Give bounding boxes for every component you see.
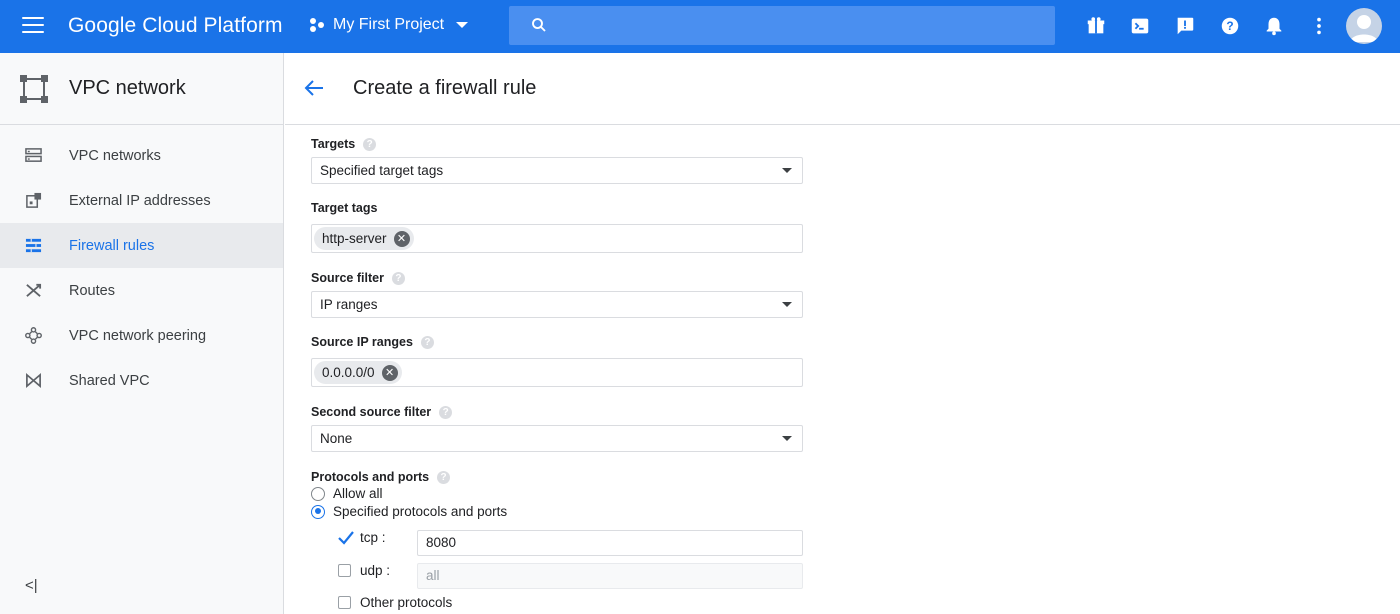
ip-range-chip: 0.0.0.0/0 ✕ (314, 361, 402, 384)
project-icon (310, 18, 324, 32)
peering-icon (25, 327, 42, 344)
help-icon[interactable]: ? (437, 470, 451, 484)
help-icon[interactable]: ? (1219, 15, 1241, 37)
page-title: Create a firewall rule (353, 77, 537, 99)
sidebar-item-label: VPC networks (69, 147, 161, 164)
sidebar: VPC network VPC networks External IP add… (0, 53, 284, 614)
gift-icon[interactable] (1085, 15, 1107, 37)
search-input[interactable] (509, 6, 1055, 45)
sidebar-item-shared-vpc[interactable]: Shared VPC (0, 358, 283, 403)
checkbox-checked[interactable] (338, 531, 354, 545)
dropdown-arrow-icon (782, 168, 792, 173)
main-content: Create a firewall rule Targets ? Specifi… (285, 53, 1400, 614)
dropdown-arrow-icon (782, 302, 792, 307)
udp-label: udp : (360, 563, 391, 578)
collapse-sidebar-icon[interactable]: <| (25, 577, 38, 594)
targets-label-text: Targets (311, 137, 356, 151)
remove-chip-icon[interactable]: ✕ (393, 230, 410, 247)
page-header: Create a firewall rule (285, 53, 1400, 125)
back-arrow-icon[interactable] (304, 79, 324, 97)
help-icon[interactable]: ? (439, 405, 453, 419)
tcp-label: tcp : (360, 530, 386, 545)
remove-chip-icon[interactable]: ✕ (381, 364, 398, 381)
terminal-icon[interactable] (1129, 15, 1151, 37)
sidebar-item-external-ip[interactable]: External IP addresses (0, 178, 283, 223)
source-filter-select-value: IP ranges (320, 297, 378, 312)
routes-icon (26, 283, 42, 297)
second-source-filter-label: Second source filter ? (311, 405, 453, 419)
project-name: My First Project (333, 16, 445, 33)
source-filter-label: Source filter ? (311, 271, 405, 285)
svg-text:?: ? (1226, 19, 1233, 33)
account-icon (1350, 15, 1378, 42)
brand-title[interactable]: Google Cloud Platform (68, 14, 283, 38)
second-source-filter-label-text: Second source filter (311, 405, 432, 419)
project-selector[interactable]: My First Project (309, 16, 469, 34)
specified-protocols-radio[interactable]: Specified protocols and ports (311, 504, 507, 519)
radio-button[interactable] (311, 486, 325, 501)
second-source-filter-select[interactable]: None (311, 425, 803, 452)
checkbox[interactable] (338, 596, 351, 609)
vpc-network-logo-icon (20, 75, 48, 103)
allow-all-label: Allow all (333, 486, 383, 501)
avatar[interactable] (1346, 8, 1382, 44)
other-protocols-checkbox[interactable]: Other protocols (338, 595, 452, 610)
source-ip-ranges-input[interactable]: 0.0.0.0/0 ✕ (311, 358, 803, 387)
udp-ports-input[interactable]: all (417, 563, 803, 589)
vpc-networks-icon (25, 148, 42, 162)
menu-icon[interactable] (22, 17, 44, 35)
tag-chip-label: http-server (322, 231, 387, 246)
sidebar-item-label: Shared VPC (69, 372, 150, 389)
dropdown-arrow-icon (782, 436, 792, 441)
udp-checkbox[interactable]: udp : (338, 563, 390, 578)
targets-select-value: Specified target tags (320, 163, 444, 178)
sidebar-item-peering[interactable]: VPC network peering (0, 313, 283, 358)
specified-protocols-label: Specified protocols and ports (333, 504, 508, 519)
radio-button-selected[interactable] (311, 504, 325, 519)
help-icon[interactable]: ? (363, 137, 377, 151)
feedback-icon[interactable] (1174, 15, 1196, 37)
chevron-down-icon (456, 22, 469, 28)
sidebar-item-label: VPC network peering (69, 327, 207, 344)
tag-chip: http-server ✕ (314, 227, 414, 250)
sidebar-item-label: Firewall rules (69, 237, 155, 254)
sidebar-item-routes[interactable]: Routes (0, 268, 283, 313)
sidebar-item-label: External IP addresses (69, 192, 211, 209)
tcp-ports-input[interactable]: 8080 (417, 530, 803, 556)
shared-vpc-icon (26, 372, 41, 389)
sidebar-header: VPC network (0, 53, 283, 125)
source-filter-select[interactable]: IP ranges (311, 291, 803, 318)
tcp-checkbox[interactable]: tcp : (338, 530, 386, 545)
external-ip-icon (26, 192, 42, 208)
source-ip-ranges-label: Source IP ranges ? (311, 335, 434, 349)
protocols-label-text: Protocols and ports (311, 470, 430, 484)
second-source-filter-select-value: None (320, 431, 353, 446)
sidebar-title: VPC network (69, 77, 186, 99)
protocols-label: Protocols and ports ? (311, 470, 451, 484)
source-filter-label-text: Source filter (311, 271, 384, 285)
target-tags-label: Target tags (311, 201, 377, 215)
sidebar-item-label: Routes (69, 282, 115, 299)
top-app-bar: Google Cloud Platform My First Project ? (0, 0, 1400, 53)
notifications-icon[interactable] (1263, 15, 1285, 37)
sidebar-item-firewall-rules[interactable]: Firewall rules (0, 223, 283, 268)
checkbox[interactable] (338, 564, 351, 577)
target-tags-input[interactable]: http-server ✕ (311, 224, 803, 253)
search-icon (532, 18, 546, 32)
help-icon[interactable]: ? (420, 335, 434, 349)
targets-select[interactable]: Specified target tags (311, 157, 803, 184)
more-vert-icon[interactable] (1308, 15, 1330, 37)
other-protocols-label: Other protocols (360, 595, 453, 610)
ip-range-chip-label: 0.0.0.0/0 (322, 365, 375, 380)
check-icon (338, 531, 354, 545)
targets-label: Targets ? (311, 137, 377, 151)
firewall-icon (25, 238, 42, 253)
target-tags-label-text: Target tags (311, 201, 378, 215)
help-icon[interactable]: ? (391, 271, 405, 285)
source-ip-ranges-label-text: Source IP ranges (311, 335, 413, 349)
allow-all-radio[interactable]: Allow all (311, 486, 383, 501)
sidebar-item-vpc-networks[interactable]: VPC networks (0, 133, 283, 178)
